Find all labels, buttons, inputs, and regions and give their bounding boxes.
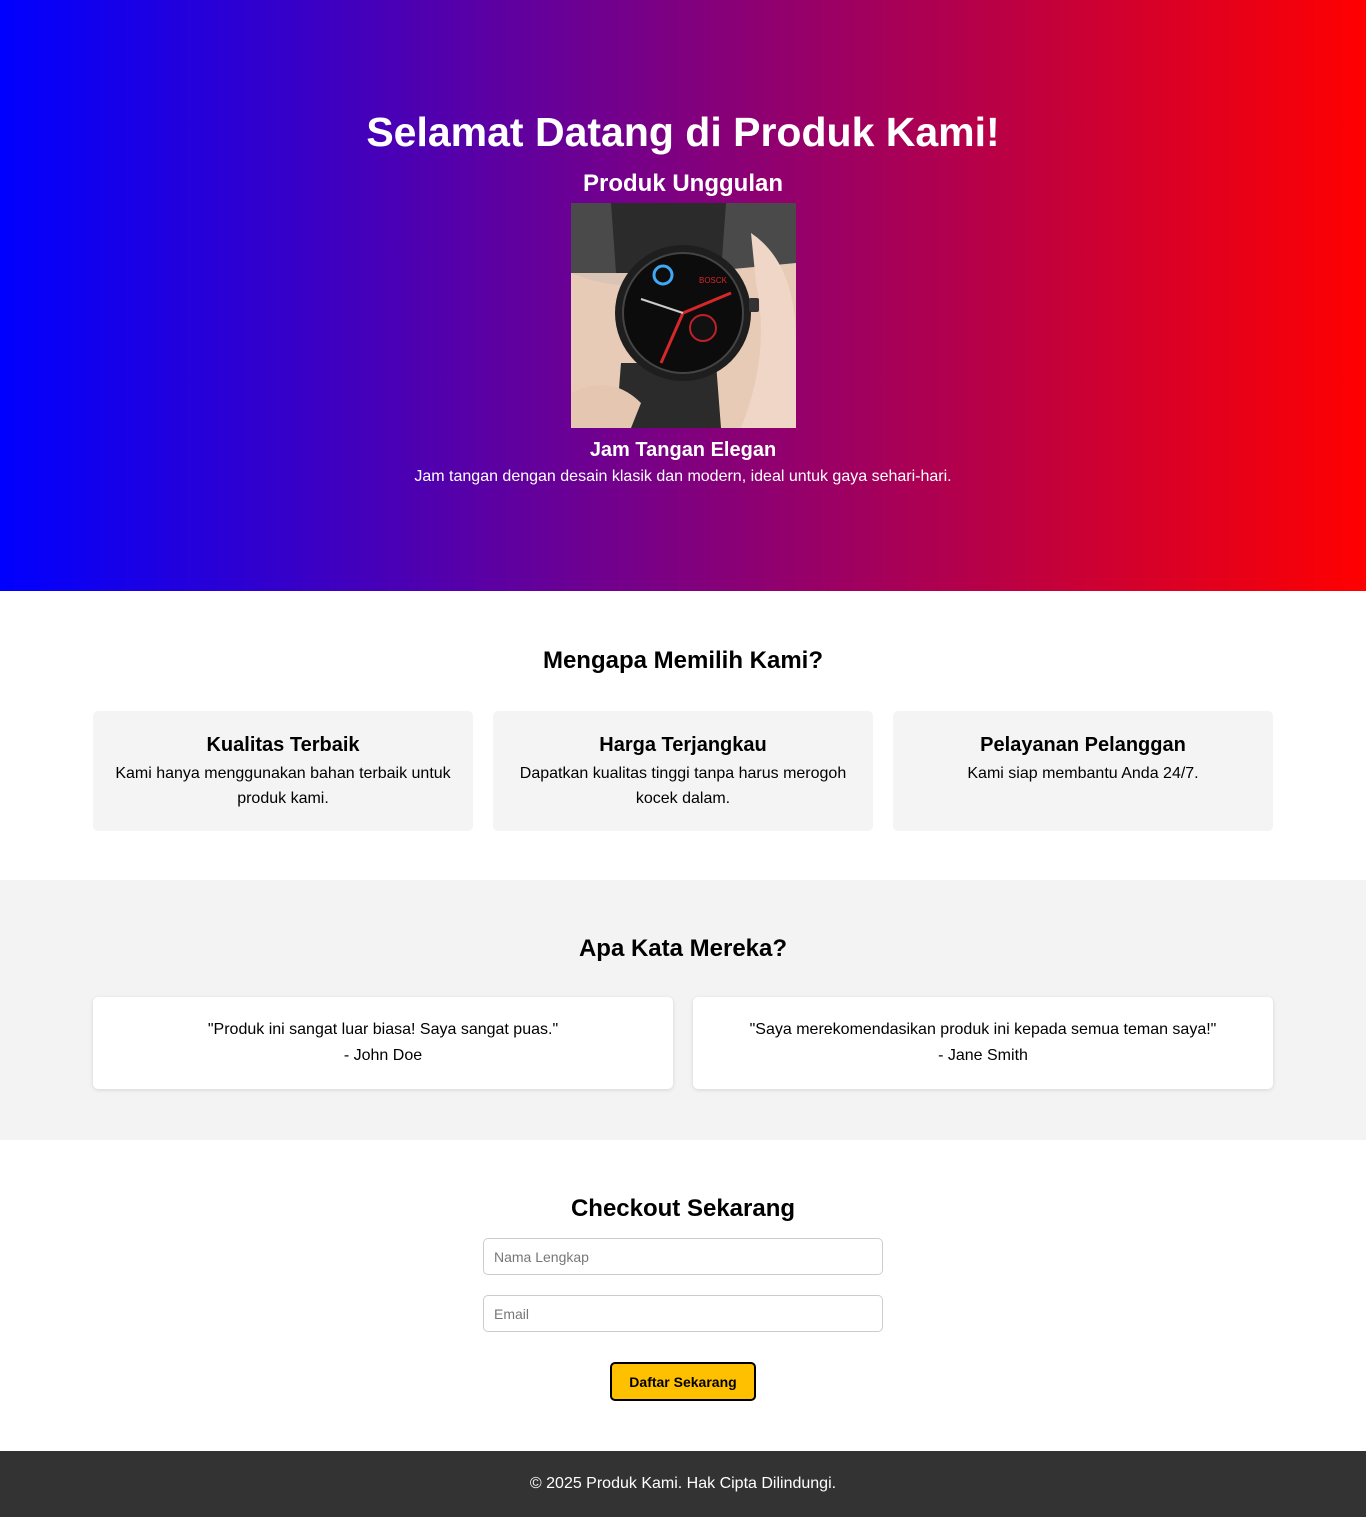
product-watch-image: BOSCK <box>570 203 796 428</box>
hero-section: Selamat Datang di Produk Kami! Produk Un… <box>0 0 1366 591</box>
hero-title: Selamat Datang di Produk Kami! <box>366 109 1000 155</box>
hero-subtitle: Produk Unggulan <box>583 170 783 197</box>
product-name: Jam Tangan Elegan <box>589 439 777 461</box>
feature-card: Harga Terjangkau Dapatkan kualitas tingg… <box>493 711 873 831</box>
feature-card: Kualitas Terbaik Kami hanya menggunakan … <box>93 711 473 831</box>
feature-card: Pelayanan Pelanggan Kami siap membantu A… <box>893 711 1273 831</box>
footer: © 2025 Produk Kami. Hak Cipta Dilindungi… <box>0 1451 1366 1517</box>
feature-cards: Kualitas Terbaik Kami hanya menggunakan … <box>0 711 1366 831</box>
testimonial-author: - Jane Smith <box>938 1047 1028 1064</box>
feature-card-title: Pelayanan Pelanggan <box>980 734 1186 756</box>
why-choose-us-section: Mengapa Memilih Kami? Kualitas Terbaik K… <box>0 591 1366 880</box>
why-title: Mengapa Memilih Kami? <box>542 647 824 674</box>
testimonial-card: "Saya merekomendasikan produk ini kepada… <box>693 997 1273 1089</box>
feature-card-title: Harga Terjangkau <box>599 734 767 756</box>
footer-copyright: © 2025 Produk Kami. Hak Cipta Dilindungi… <box>529 1475 837 1492</box>
register-button[interactable]: Daftar Sekarang <box>610 1362 756 1401</box>
product-description: Jam tangan dengan desain klasik dan mode… <box>414 468 952 485</box>
testimonials-title: Apa Kata Mereka? <box>578 935 788 962</box>
svg-text:BOSCK: BOSCK <box>699 276 728 285</box>
testimonial-card: "Produk ini sangat luar biasa! Saya sang… <box>93 997 673 1089</box>
feature-card-text: Kami hanya menggunakan bahan terbaik unt… <box>115 765 451 807</box>
full-name-input[interactable] <box>483 1238 883 1275</box>
feature-card-text: Kami siap membantu Anda 24/7. <box>967 765 1199 782</box>
email-input[interactable] <box>483 1295 883 1332</box>
testimonial-quote: "Saya merekomendasikan produk ini kepada… <box>749 1021 1217 1038</box>
feature-card-title: Kualitas Terbaik <box>206 734 360 756</box>
checkout-title: Checkout Sekarang <box>570 1195 796 1222</box>
testimonial-quote: "Produk ini sangat luar biasa! Saya sang… <box>207 1021 559 1038</box>
feature-card-text: Dapatkan kualitas tinggi tanpa harus mer… <box>519 765 847 807</box>
checkout-section: Checkout Sekarang Daftar Sekarang <box>0 1140 1366 1451</box>
testimonials-section: Apa Kata Mereka? "Produk ini sangat luar… <box>0 880 1366 1140</box>
testimonial-cards: "Produk ini sangat luar biasa! Saya sang… <box>0 997 1366 1089</box>
testimonial-author: - John Doe <box>343 1047 423 1064</box>
